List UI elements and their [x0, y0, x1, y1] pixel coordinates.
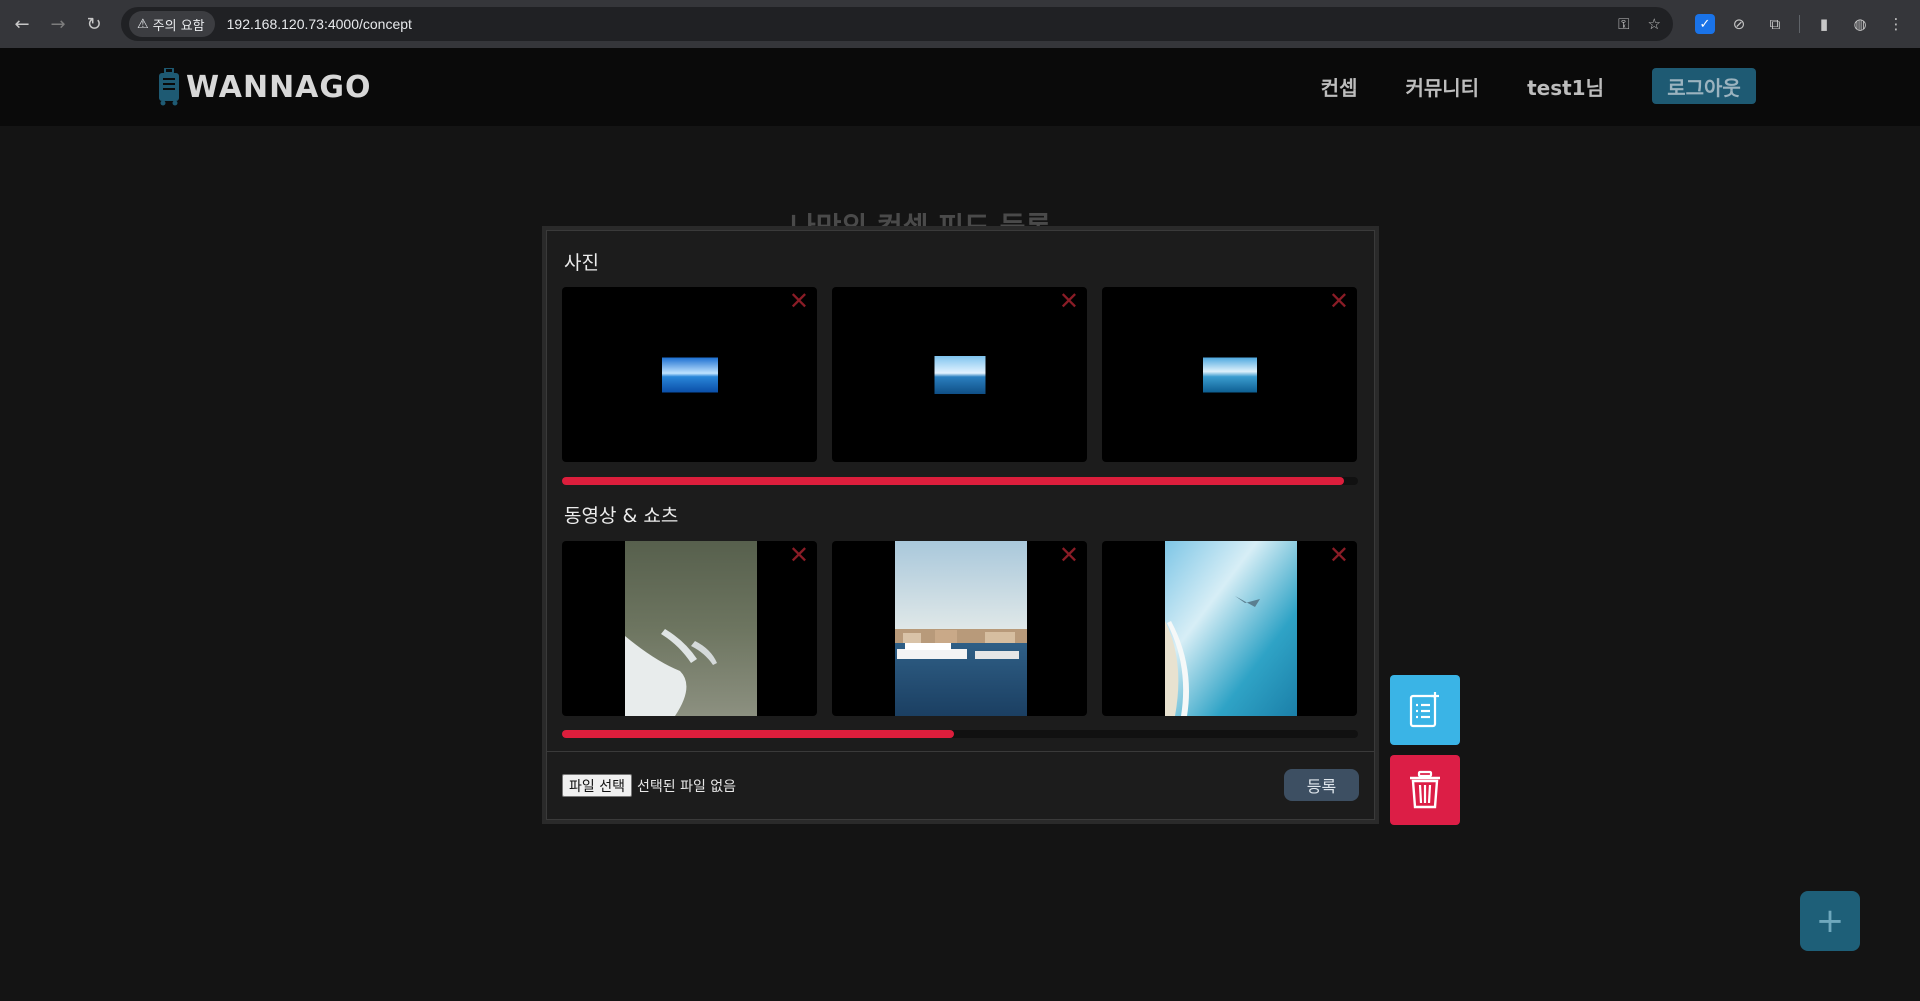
remove-photo-2-close-icon[interactable]: ✕ [1059, 289, 1079, 313]
back-icon[interactable]: ← [4, 6, 40, 42]
note-add-icon [1409, 692, 1439, 728]
menu-kebab-icon[interactable]: ⋮ [1884, 12, 1908, 36]
photos-progress-track [562, 477, 1358, 485]
remove-photo-1-close-icon[interactable]: ✕ [789, 289, 809, 313]
forward-icon[interactable]: → [40, 6, 76, 42]
remove-video-3-close-icon[interactable]: ✕ [1329, 543, 1349, 567]
remove-video-2-close-icon[interactable]: ✕ [1059, 543, 1079, 567]
photos-section-title: 사진 [564, 252, 599, 274]
trash-icon [1410, 770, 1440, 809]
logout-button[interactable]: 로그아웃 [1652, 68, 1756, 104]
profile-avatar-icon[interactable]: ◍ [1848, 12, 1872, 36]
remove-photo-3-close-icon[interactable]: ✕ [1329, 289, 1349, 313]
extension-sync-icon[interactable]: ⊘ [1727, 12, 1751, 36]
logo[interactable]: WANNAGO [158, 68, 372, 106]
photo-thumb-2[interactable]: ✕ [832, 287, 1087, 462]
url-text[interactable]: 192.168.120.73:4000/concept [227, 16, 412, 32]
plus-icon: + [1815, 901, 1845, 941]
video-thumb-2[interactable]: ✕ [832, 541, 1087, 716]
warning-icon: ⚠ [137, 16, 149, 32]
videos-progress-fill [562, 730, 954, 738]
photo-thumb-1[interactable]: ✕ [562, 287, 817, 462]
add-feed-button[interactable]: + [1800, 891, 1860, 951]
toolbar-separator [1799, 15, 1800, 33]
photo-thumb-3[interactable]: ✕ [1102, 287, 1357, 462]
logo-text: WANNAGO [186, 69, 372, 105]
video-preview-coast [1165, 541, 1297, 716]
nav-community[interactable]: 커뮤니티 [1405, 72, 1479, 101]
side-panel-icon[interactable]: ▮ [1812, 12, 1836, 36]
video-preview-harbor [895, 541, 1027, 716]
modal-footer-divider [547, 751, 1374, 752]
key-icon[interactable]: ⚿ [1618, 15, 1629, 33]
nav-concept[interactable]: 컨셉 [1321, 72, 1358, 101]
security-chip-label: 주의 요함 [152, 18, 205, 34]
security-chip[interactable]: ⚠ 주의 요함 [129, 11, 215, 37]
video-thumb-3[interactable]: ✕ [1102, 541, 1357, 716]
add-note-button[interactable] [1390, 675, 1460, 745]
extensions-puzzle-icon[interactable]: ⧉ [1763, 12, 1787, 36]
video-thumb-1[interactable]: ✕ [562, 541, 817, 716]
photo-preview-horizon [934, 355, 985, 394]
file-input: 파일 선택 선택된 파일 없음 [562, 774, 736, 797]
suitcase-icon [159, 68, 179, 106]
site-header: WANNAGO 컨셉 커뮤니티 test1님 로그아웃 [0, 48, 1920, 126]
delete-button[interactable] [1390, 755, 1460, 825]
video-preview-waves [625, 541, 757, 716]
file-choose-button[interactable]: 파일 선택 [562, 774, 632, 797]
main-nav: 컨셉 커뮤니티 test1님 로그아웃 [1273, 68, 1756, 104]
extension-check-icon[interactable]: ✓ [1695, 14, 1715, 34]
file-status-text: 선택된 파일 없음 [636, 778, 737, 795]
browser-toolbar: ← → ↻ ⚠ 주의 요함 192.168.120.73:4000/concep… [0, 0, 1920, 48]
videos-section-title: 동영상 & 쇼츠 [564, 505, 679, 527]
videos-progress-track [562, 730, 1358, 738]
photos-progress-fill [562, 477, 1345, 485]
remove-video-1-close-icon[interactable]: ✕ [789, 543, 809, 567]
reload-icon[interactable]: ↻ [76, 6, 112, 42]
bookmark-star-icon[interactable]: ☆ [1648, 15, 1661, 33]
photo-preview-clouds [1202, 357, 1257, 392]
register-button[interactable]: 등록 [1284, 769, 1359, 801]
nav-user[interactable]: test1님 [1527, 72, 1604, 101]
photo-preview-ocean [661, 357, 718, 392]
upload-modal: 사진 ✕ ✕ ✕ 동영상 & 쇼츠 ✕ ✕ ✕ 파일 선택 선택된 파일 없음 … [546, 230, 1375, 820]
address-bar[interactable]: ⚠ 주의 요함 192.168.120.73:4000/concept ⚿ ☆ [121, 7, 1673, 41]
